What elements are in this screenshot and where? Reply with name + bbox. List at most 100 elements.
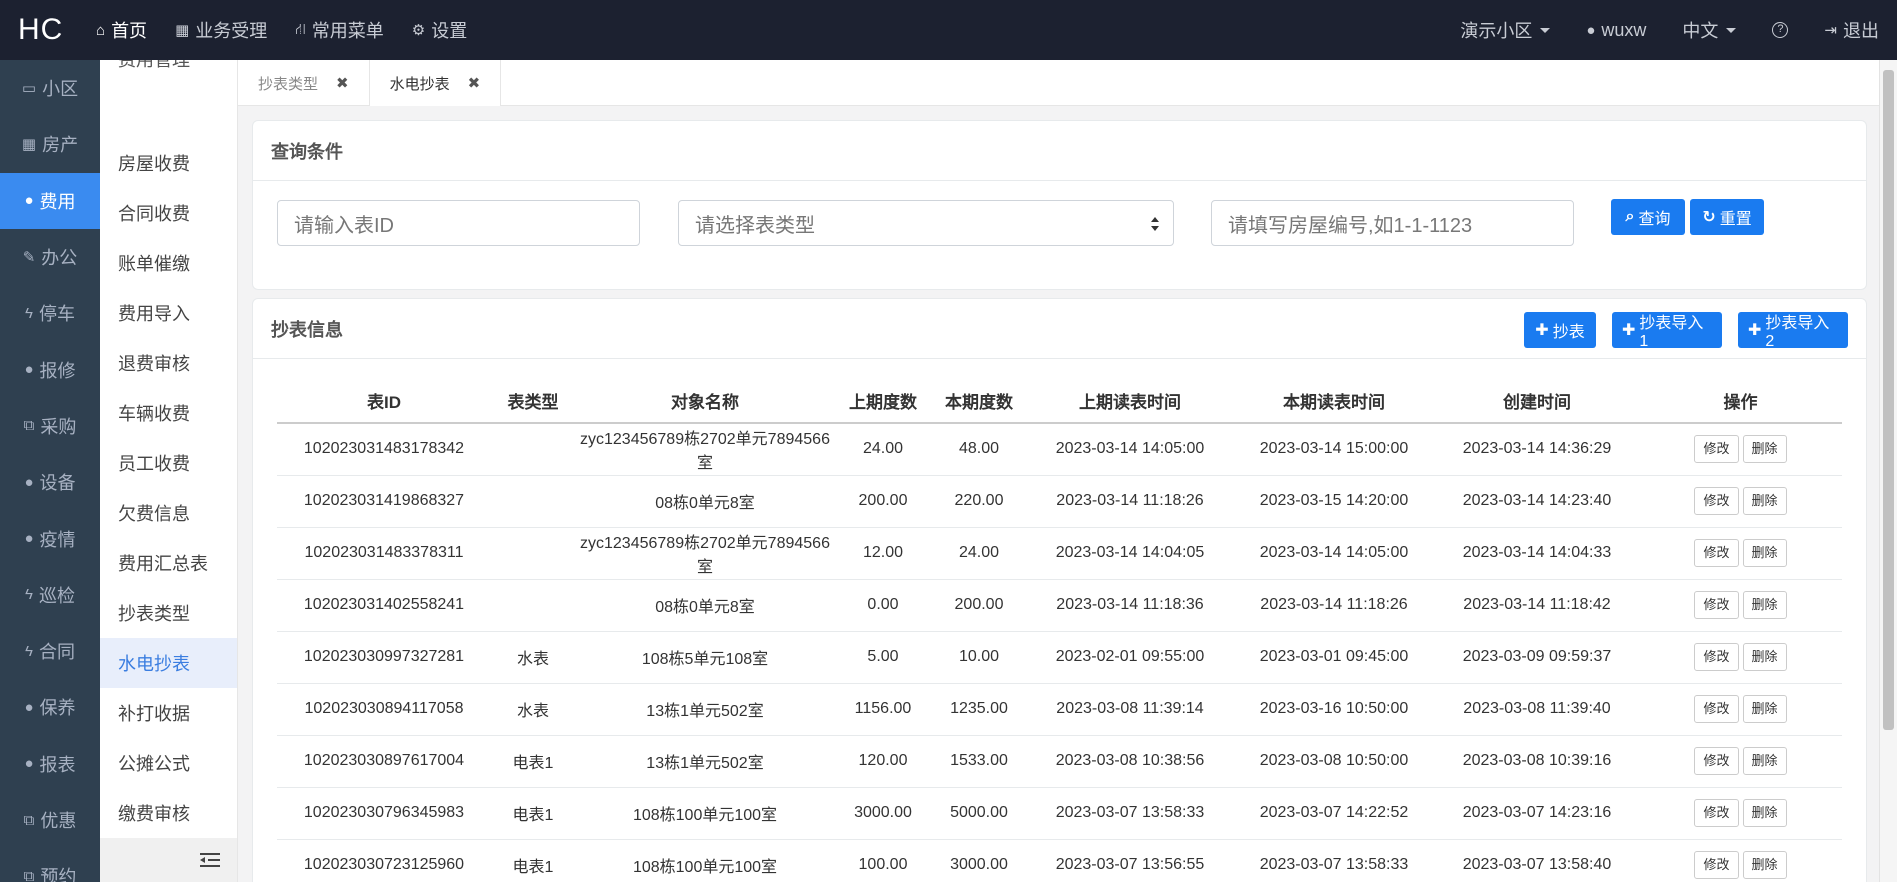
- edit-button[interactable]: 修改: [1694, 799, 1739, 827]
- rail-item-13[interactable]: ⧉ 优惠: [0, 792, 100, 848]
- close-icon[interactable]: ✖: [468, 74, 481, 92]
- edit-button[interactable]: 修改: [1694, 643, 1739, 671]
- rail-item-3[interactable]: ✎ 办公: [0, 229, 100, 285]
- column-header: 对象名称: [575, 379, 835, 424]
- sub-menu-item[interactable]: 房屋收费: [100, 138, 237, 188]
- sub-menu-item[interactable]: 水电抄表: [100, 638, 237, 688]
- edit-button[interactable]: 修改: [1694, 851, 1739, 879]
- delete-button[interactable]: 删除: [1742, 695, 1787, 723]
- laptop-icon: ▭: [21, 80, 37, 98]
- table-cell: 3000.00: [835, 787, 931, 840]
- table-cell: 电表1: [491, 839, 575, 882]
- table-row: 102023030723125960 电表1 108栋100单元100室 100.00…: [277, 839, 1842, 882]
- rail-item-14[interactable]: ⧉ 预约: [0, 848, 100, 882]
- rail-item-6[interactable]: ⧉ 采购: [0, 398, 100, 454]
- edit-button[interactable]: 修改: [1694, 591, 1739, 619]
- rail-item-label: 办公: [41, 248, 78, 269]
- table-cell: zyc123456789栋2702单元7894566室: [575, 423, 835, 476]
- sub-menu-item[interactable]: 退费审核: [100, 338, 237, 388]
- table-cell: 2023-03-08 11:39:14: [1027, 683, 1233, 736]
- sub-menu-item[interactable]: 合同收费: [100, 188, 237, 238]
- sub-menu-item[interactable]: 抄表类型: [100, 588, 237, 638]
- sub-menu-item[interactable]: 账单催缴: [100, 238, 237, 288]
- close-icon[interactable]: ✖: [336, 74, 349, 92]
- user-menu[interactable]: ● wuxw: [1586, 20, 1646, 41]
- delete-button[interactable]: 删除: [1742, 487, 1787, 515]
- table-cell: 100.00: [835, 839, 931, 882]
- top-right-menu: 演示小区 ● wuxw 中文 ? ⇥ 退出: [1424, 0, 1897, 60]
- sub-menu-item[interactable]: 员工收费: [100, 438, 237, 488]
- delete-button[interactable]: 删除: [1742, 539, 1787, 567]
- rail-item-label: 设备: [39, 473, 76, 494]
- room-number-input[interactable]: 请填写房屋编号,如1-1-1123: [1211, 200, 1574, 246]
- delete-button[interactable]: 删除: [1742, 435, 1787, 464]
- sub-menu-item[interactable]: 费用汇总表: [100, 538, 237, 588]
- table-cell: 2023-03-07 14:22:52: [1233, 787, 1435, 840]
- column-header: 表ID: [277, 379, 491, 424]
- clipboard-icon: ⧉: [23, 867, 35, 882]
- table-cell: 102023031483178342: [277, 423, 491, 476]
- language-dropdown[interactable]: 中文: [1682, 17, 1737, 43]
- edit-icon: ✎: [22, 249, 36, 267]
- rail-item-1[interactable]: ▦ 房产: [0, 116, 100, 172]
- sub-menu-item[interactable]: 缴费审核: [100, 788, 237, 838]
- help-button[interactable]: ?: [1772, 22, 1789, 38]
- edit-button[interactable]: 修改: [1694, 435, 1739, 464]
- collapse-menu-button[interactable]: [100, 838, 237, 882]
- edit-button[interactable]: 修改: [1694, 747, 1739, 775]
- search-button[interactable]: ⌕ 查询: [1611, 199, 1685, 235]
- rail-item-2[interactable]: ● 费用: [0, 172, 100, 229]
- nav-home[interactable]: ⌂ 首页: [82, 0, 161, 60]
- table-row: 102023030897617004 电表1 13栋1单元502室 120.00 153…: [277, 735, 1842, 788]
- meter-type-select[interactable]: 请选择表类型: [678, 200, 1174, 246]
- caret-down-icon: [1540, 27, 1551, 33]
- actions-cell: 修改 删除: [1639, 631, 1842, 684]
- rail-item-5[interactable]: ● 报修: [0, 341, 100, 397]
- rail-item-9[interactable]: ϟ 巡检: [0, 567, 100, 623]
- scrollbar-thumb[interactable]: [1883, 70, 1894, 730]
- nav-business[interactable]: ▦ 业务受理: [161, 0, 281, 60]
- reset-button[interactable]: ↻ 重置: [1690, 199, 1764, 235]
- delete-button[interactable]: 删除: [1742, 799, 1787, 827]
- add-reading-button[interactable]: ✚ 抄表: [1524, 312, 1596, 348]
- delete-button[interactable]: 删除: [1742, 851, 1787, 879]
- table-cell: 2023-03-14 14:05:00: [1027, 423, 1233, 476]
- sub-menu-item-partial[interactable]: 费用管理: [118, 60, 190, 72]
- tab-meter-type[interactable]: 抄表类型 ✖: [238, 60, 370, 106]
- rail-item-10[interactable]: ϟ 合同: [0, 623, 100, 679]
- rail-item-label: 保养: [39, 698, 76, 719]
- edit-button[interactable]: 修改: [1694, 539, 1739, 567]
- table-cell: 2023-03-14 14:04:33: [1435, 527, 1639, 580]
- rail-item-0[interactable]: ▭ 小区: [0, 60, 100, 116]
- edit-button[interactable]: 修改: [1694, 695, 1739, 723]
- sub-menu-item[interactable]: 费用导入: [100, 288, 237, 338]
- import-reading-2-button[interactable]: ✚ 抄表导入2: [1738, 312, 1848, 350]
- meter-id-input[interactable]: 请输入表ID: [277, 200, 640, 246]
- sitemap-icon: ⛙: [295, 20, 306, 38]
- tab-meter-reading[interactable]: 水电抄表 ✖: [369, 60, 502, 106]
- edit-button[interactable]: 修改: [1694, 487, 1739, 515]
- rail-item-11[interactable]: ● 保养: [0, 679, 100, 735]
- delete-button[interactable]: 删除: [1742, 591, 1787, 619]
- community-dropdown[interactable]: 演示小区: [1460, 17, 1551, 43]
- sub-menu-item[interactable]: 补打收据: [100, 688, 237, 738]
- nav-settings[interactable]: ⚙ 设置: [398, 0, 481, 60]
- sub-menu-item[interactable]: 车辆收费: [100, 388, 237, 438]
- rail-item-8[interactable]: ● 疫情: [0, 510, 100, 566]
- delete-button[interactable]: 删除: [1742, 747, 1787, 775]
- import-reading-1-button[interactable]: ✚ 抄表导入1: [1612, 312, 1722, 350]
- table-cell: 220.00: [931, 475, 1027, 528]
- rail-item-4[interactable]: ϟ 停车: [0, 285, 100, 341]
- logout-button[interactable]: ⇥ 退出: [1824, 17, 1879, 43]
- bolt-icon: ϟ: [25, 586, 33, 604]
- page-scrollbar[interactable]: [1879, 60, 1897, 882]
- rail-item-7[interactable]: ● 设备: [0, 454, 100, 510]
- column-header: 表类型: [491, 379, 575, 424]
- page-tabs: 抄表类型 ✖ 水电抄表 ✖: [238, 60, 1879, 106]
- globe-icon: ●: [24, 698, 34, 716]
- sub-menu-item[interactable]: 公摊公式: [100, 738, 237, 788]
- sub-menu-item[interactable]: 欠费信息: [100, 488, 237, 538]
- rail-item-12[interactable]: ● 报表: [0, 736, 100, 792]
- nav-common-menu[interactable]: ⛙ 常用菜单: [281, 0, 398, 60]
- delete-button[interactable]: 删除: [1742, 643, 1787, 671]
